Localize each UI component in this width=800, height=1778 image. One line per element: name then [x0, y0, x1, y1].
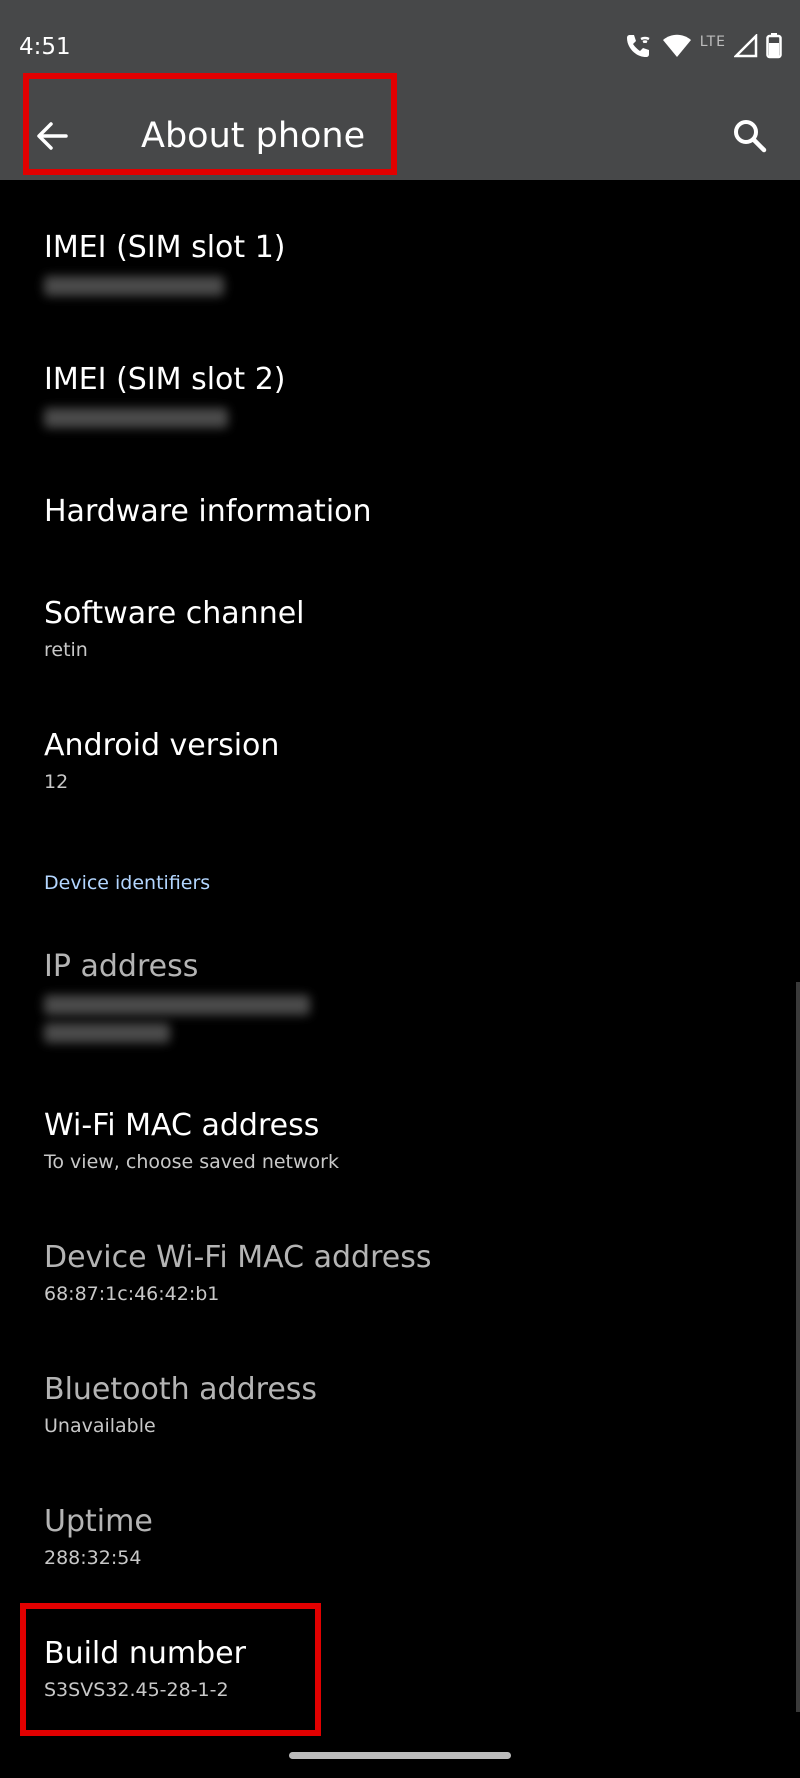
status-time: 4:51	[19, 34, 71, 60]
page-title: About phone	[141, 116, 366, 156]
list-item-android-version[interactable]: Android version 12	[44, 726, 760, 796]
wifi-calling-icon	[624, 32, 654, 64]
item-title: Build number	[44, 1636, 246, 1671]
wifi-icon	[662, 33, 692, 63]
redacted-value	[44, 276, 224, 296]
redacted-value	[44, 995, 310, 1015]
status-icons: LTE	[624, 30, 782, 66]
cellular-signal-icon	[732, 32, 758, 62]
list-item-ip-address[interactable]: IP address	[44, 947, 760, 1043]
item-subtitle: retin	[44, 639, 88, 661]
app-bar: About phone	[0, 94, 800, 180]
item-subtitle: To view, choose saved network	[44, 1151, 339, 1173]
list-item-bluetooth-address[interactable]: Bluetooth address Unavailable	[44, 1370, 760, 1440]
item-title: IMEI (SIM slot 1)	[44, 230, 286, 265]
item-title: Wi-Fi MAC address	[44, 1108, 320, 1143]
list-item-uptime[interactable]: Uptime 288:32:54	[44, 1502, 760, 1572]
search-button[interactable]	[728, 114, 772, 158]
item-title: Hardware information	[44, 494, 372, 529]
redacted-value	[44, 1023, 170, 1043]
gesture-nav-handle[interactable]	[289, 1752, 511, 1759]
item-subtitle: 68:87:1c:46:42:b1	[44, 1283, 220, 1305]
item-subtitle: S3SVS32.45-28-1-2	[44, 1679, 229, 1701]
section-header-device-identifiers: Device identifiers	[44, 872, 211, 894]
item-subtitle: 288:32:54	[44, 1547, 142, 1569]
battery-icon	[766, 33, 782, 63]
list-item-wifi-mac-address[interactable]: Wi-Fi MAC address To view, choose saved …	[44, 1106, 760, 1176]
search-icon	[734, 120, 767, 153]
status-bar: 4:51 LTE	[0, 0, 800, 94]
item-title: IMEI (SIM slot 2)	[44, 362, 286, 397]
network-type-label: LTE	[699, 34, 726, 50]
list-item-device-wifi-mac-address[interactable]: Device Wi-Fi MAC address 68:87:1c:46:42:…	[44, 1238, 760, 1308]
item-title: Android version	[44, 728, 280, 763]
list-item-hardware-information[interactable]: Hardware information	[44, 492, 760, 532]
list-item-imei-slot-2[interactable]: IMEI (SIM slot 2)	[44, 360, 760, 432]
list-item-software-channel[interactable]: Software channel retin	[44, 594, 760, 664]
redacted-value	[44, 408, 228, 428]
arrow-back-icon	[37, 122, 68, 150]
list-item-imei-slot-1[interactable]: IMEI (SIM slot 1)	[44, 228, 760, 300]
item-title: Device Wi-Fi MAC address	[44, 1240, 432, 1275]
item-title: Uptime	[44, 1504, 153, 1539]
item-title: Software channel	[44, 596, 305, 631]
item-title: Bluetooth address	[44, 1372, 318, 1407]
item-title: IP address	[44, 949, 199, 984]
back-button[interactable]	[32, 116, 72, 156]
scrollbar[interactable]	[796, 982, 800, 1712]
item-subtitle: 12	[44, 771, 69, 793]
list-item-build-number[interactable]: Build number S3SVS32.45-28-1-2	[44, 1634, 760, 1704]
item-subtitle: Unavailable	[44, 1415, 156, 1437]
